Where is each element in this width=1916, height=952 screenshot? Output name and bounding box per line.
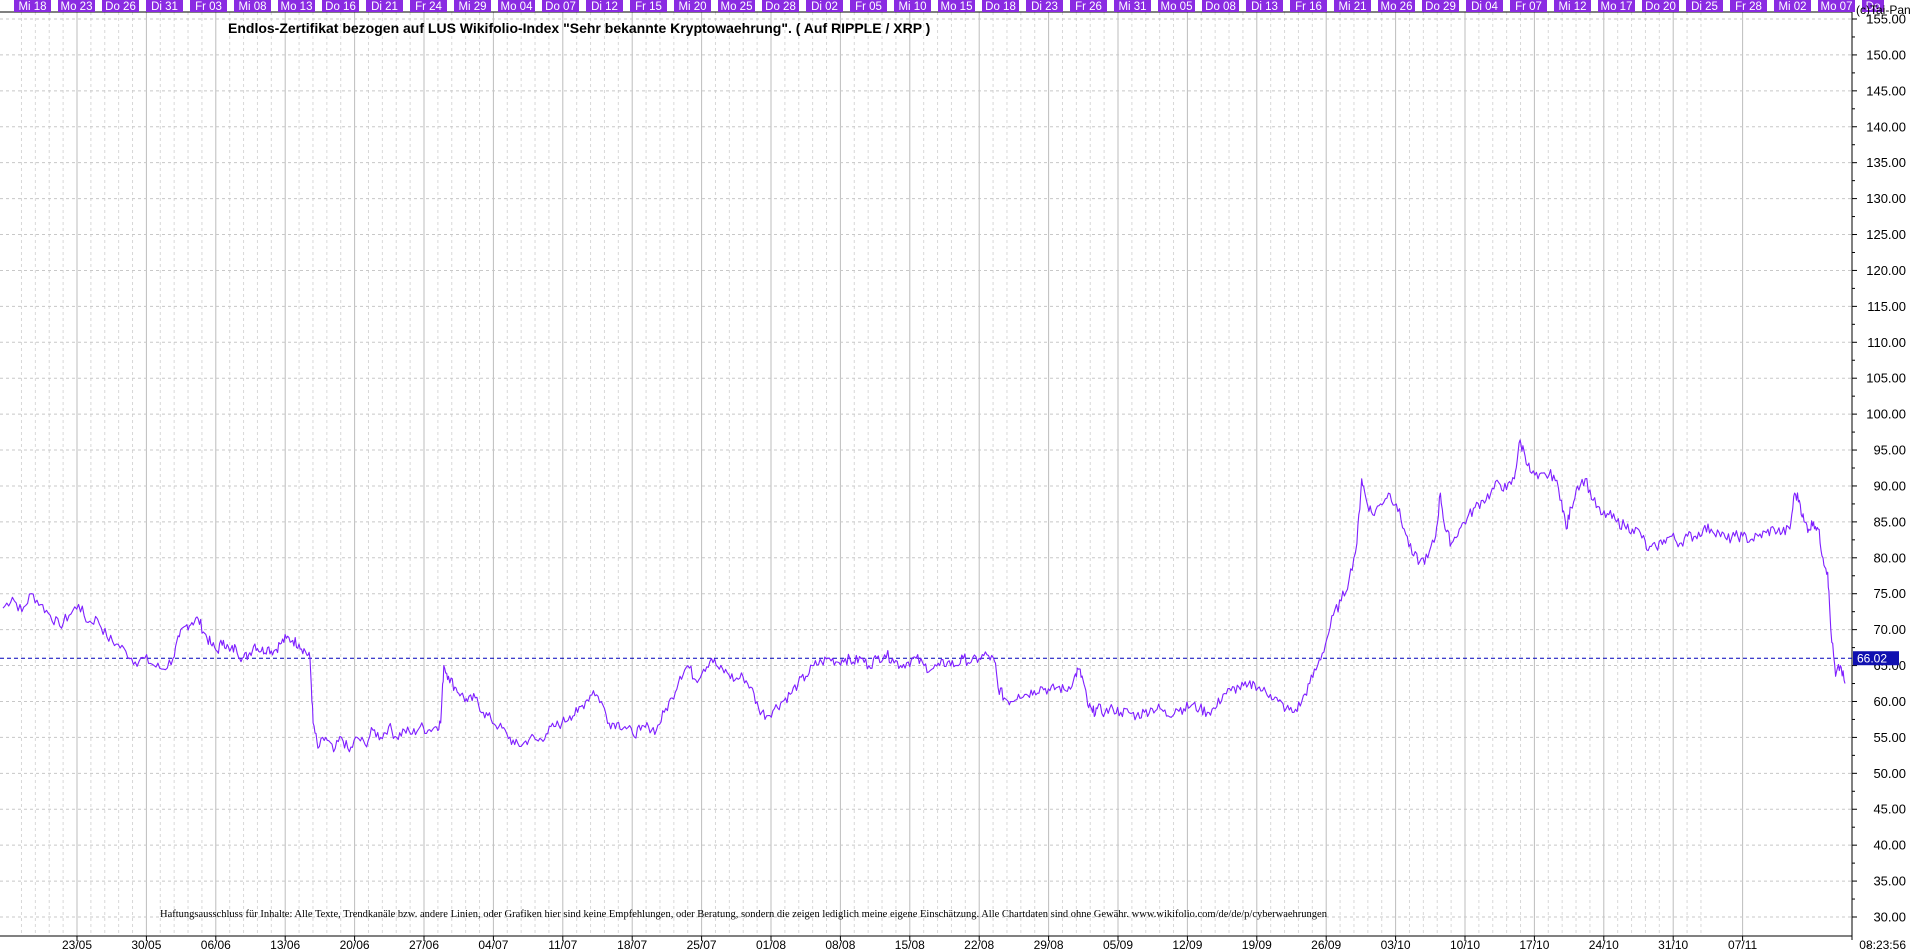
y-tick-label: 30.00 bbox=[1873, 910, 1906, 925]
y-tick-label: 45.00 bbox=[1873, 802, 1906, 817]
day-label: Mi 18 bbox=[18, 1, 46, 13]
day-label: Do 08 bbox=[1205, 1, 1236, 13]
day-label: Mi 20 bbox=[678, 1, 706, 13]
x-tick-label: 22/08 bbox=[964, 938, 994, 952]
y-tick-label: 80.00 bbox=[1873, 550, 1906, 565]
y-tick-label: 70.00 bbox=[1873, 622, 1906, 637]
x-tick-label: 25/07 bbox=[687, 938, 717, 952]
day-label: Mo 07 bbox=[1821, 1, 1853, 13]
y-tick-label: 120.00 bbox=[1866, 263, 1906, 278]
day-label: Mo 26 bbox=[1381, 1, 1413, 13]
x-tick-label: 10/10 bbox=[1450, 938, 1480, 952]
day-label: Di 02 bbox=[811, 1, 838, 13]
day-label: Do 28 bbox=[765, 1, 796, 13]
day-label: Fr 28 bbox=[1735, 1, 1762, 13]
x-tick-label: 31/10 bbox=[1658, 938, 1688, 952]
day-label: Mo 04 bbox=[501, 1, 534, 13]
x-tick-label: 03/10 bbox=[1381, 938, 1411, 952]
y-tick-label: 100.00 bbox=[1866, 407, 1906, 422]
x-tick-label: 20/06 bbox=[340, 938, 370, 952]
y-tick-label: 35.00 bbox=[1873, 874, 1906, 889]
x-tick-label: 05/09 bbox=[1103, 938, 1133, 952]
axis-dash-label: - bbox=[1866, 938, 1870, 952]
day-label: Do 20 bbox=[1645, 1, 1676, 13]
x-tick-label: 24/10 bbox=[1589, 938, 1619, 952]
day-label: Di 23 bbox=[1031, 1, 1058, 13]
y-tick-label: 40.00 bbox=[1873, 838, 1906, 853]
day-label: Di 13 bbox=[1251, 1, 1278, 13]
x-tick-label: 30/05 bbox=[131, 938, 161, 952]
day-label: Mo 23 bbox=[61, 1, 93, 13]
day-label: Mo 15 bbox=[941, 1, 973, 13]
x-tick-label: 04/07 bbox=[478, 938, 508, 952]
y-tick-label: 140.00 bbox=[1866, 119, 1906, 134]
x-tick-label: 29/08 bbox=[1034, 938, 1064, 952]
x-tick-label: 27/06 bbox=[409, 938, 439, 952]
x-tick-label: 18/07 bbox=[617, 938, 647, 952]
y-tick-label: 50.00 bbox=[1873, 766, 1906, 781]
y-tick-label: 60.00 bbox=[1873, 694, 1906, 709]
y-tick-label: 135.00 bbox=[1866, 155, 1906, 170]
day-label: Mi 29 bbox=[458, 1, 486, 13]
x-tick-label: 19/09 bbox=[1242, 938, 1272, 952]
x-tick-label: 11/07 bbox=[548, 938, 577, 952]
x-tick-label: 08/08 bbox=[825, 938, 855, 952]
day-label: Mo 25 bbox=[721, 1, 753, 13]
day-label: Di 21 bbox=[371, 1, 398, 13]
y-tick-label: 125.00 bbox=[1866, 227, 1906, 242]
day-label: Fr 16 bbox=[1295, 1, 1322, 13]
x-tick-label: 23/05 bbox=[62, 938, 92, 952]
x-tick-label: 06/06 bbox=[201, 938, 231, 952]
y-tick-label: 85.00 bbox=[1873, 514, 1906, 529]
day-label: Fr 05 bbox=[855, 1, 882, 13]
x-tick-label: 13/06 bbox=[270, 938, 300, 952]
day-label: Di 12 bbox=[591, 1, 618, 13]
y-tick-label: 55.00 bbox=[1873, 730, 1906, 745]
day-label: Do 29 bbox=[1425, 1, 1456, 13]
copyright-label: (c)Tai-Pan bbox=[1856, 3, 1911, 17]
day-label: Mi 12 bbox=[1558, 1, 1586, 13]
day-label: Fr 26 bbox=[1075, 1, 1102, 13]
y-tick-label: 130.00 bbox=[1866, 191, 1906, 206]
day-label: Mi 31 bbox=[1118, 1, 1146, 13]
chart: Mi 18 Mo 23 Do 26 Di 31 Fr 03 Mi 08 Mo 13 Do 16… bbox=[0, 0, 1916, 952]
day-label: Fr 07 bbox=[1515, 1, 1542, 13]
y-tick-label: 145.00 bbox=[1866, 83, 1906, 98]
x-tick-label: 17/10 bbox=[1519, 938, 1549, 952]
x-tick-label: 07/11 bbox=[1728, 938, 1757, 952]
x-tick-label: 12/09 bbox=[1172, 938, 1202, 952]
day-label: Do 26 bbox=[105, 1, 136, 13]
disclaimer-text: Haftungsausschluss für Inhalte: Alle Tex… bbox=[160, 909, 1328, 920]
day-label: Fr 03 bbox=[195, 1, 222, 13]
day-label: Fr 24 bbox=[415, 1, 442, 13]
y-tick-label: 115.00 bbox=[1867, 299, 1906, 314]
y-tick-label: 95.00 bbox=[1873, 443, 1906, 458]
day-label: Do 07 bbox=[545, 1, 576, 13]
day-label: Di 04 bbox=[1471, 1, 1498, 13]
chart-title: Endlos-Zertifikat bezogen auf LUS Wikifo… bbox=[228, 20, 930, 36]
y-tick-label: 105.00 bbox=[1866, 371, 1906, 386]
day-label: Mi 08 bbox=[238, 1, 266, 13]
y-tick-label: 150.00 bbox=[1866, 47, 1906, 62]
day-label: Mo 05 bbox=[1161, 1, 1193, 13]
day-label: Di 31 bbox=[151, 1, 178, 13]
y-tick-label: 75.00 bbox=[1873, 586, 1906, 601]
day-label: Do 18 bbox=[985, 1, 1016, 13]
day-label: Mi 21 bbox=[1338, 1, 1366, 13]
day-label: Mi 10 bbox=[898, 1, 926, 13]
day-label: Mi 02 bbox=[1778, 1, 1806, 13]
day-label: Mo 17 bbox=[1601, 1, 1633, 13]
day-label: Do 16 bbox=[325, 1, 356, 13]
x-tick-label: 01/08 bbox=[756, 938, 786, 952]
day-label: Di 25 bbox=[1691, 1, 1718, 13]
y-tick-label: 110.00 bbox=[1867, 335, 1906, 350]
y-tick-label: 90.00 bbox=[1873, 478, 1906, 493]
day-label: Fr 15 bbox=[635, 1, 662, 13]
x-tick-label: 15/08 bbox=[895, 938, 925, 952]
x-tick-label: 26/09 bbox=[1311, 938, 1341, 952]
current-value-label: 66.02 bbox=[1857, 652, 1887, 666]
top-day-bar: Mi 18 Mo 23 Do 26 Di 31 Fr 03 Mi 08 Mo 13 Do 16… bbox=[0, 0, 1884, 13]
day-label: Mo 13 bbox=[281, 1, 313, 13]
